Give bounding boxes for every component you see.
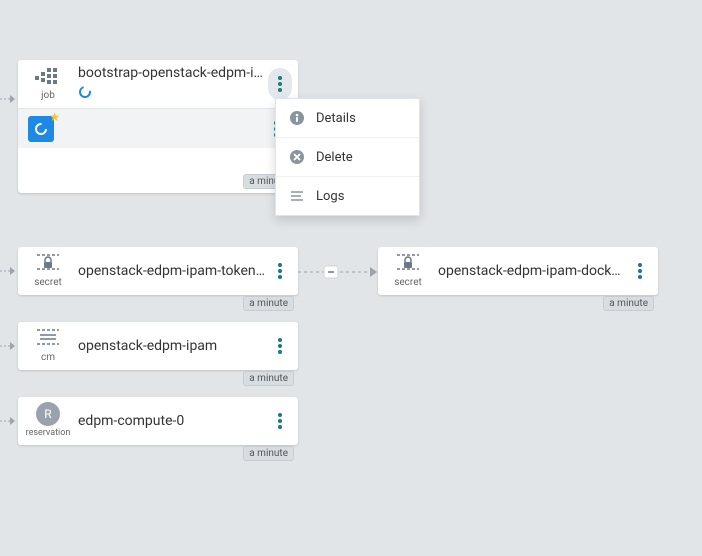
- job-icon: [35, 66, 61, 88]
- node-job-card[interactable]: job bootstrap-openstack-edpm-ip… ★ a min…: [18, 60, 298, 193]
- node-secret-card[interactable]: secret openstack-edpm-ipam-docke… a minu…: [378, 247, 658, 295]
- node-title: edpm-compute-0: [78, 413, 268, 429]
- menu-item-label: Delete: [316, 150, 353, 165]
- star-icon: ★: [49, 110, 60, 124]
- resource-type-label: secret: [394, 277, 422, 288]
- status-spinner-icon: [78, 84, 268, 103]
- connector-line: [298, 264, 380, 284]
- kebab-menu-button[interactable]: [268, 68, 292, 100]
- menu-item-label: Details: [316, 111, 356, 126]
- resource-type-label: cm: [41, 352, 55, 363]
- close-circle-icon: [288, 148, 306, 166]
- kebab-menu-button[interactable]: [268, 405, 292, 437]
- node-reservation-card[interactable]: R reservation edpm-compute-0 a minute: [18, 397, 298, 445]
- context-menu: Details Delete Logs: [275, 98, 420, 216]
- menu-item-delete[interactable]: Delete: [276, 138, 419, 177]
- pod-subrow[interactable]: ★: [18, 108, 298, 148]
- secret-icon: [37, 253, 59, 275]
- menu-item-logs[interactable]: Logs: [276, 177, 419, 215]
- timestamp-badge: a minute: [603, 296, 654, 311]
- node-title: openstack-edpm-ipam: [78, 338, 268, 354]
- node-title: bootstrap-openstack-edpm-ip…: [78, 65, 268, 81]
- node-configmap-card[interactable]: cm openstack-edpm-ipam a minute: [18, 322, 298, 370]
- menu-item-details[interactable]: Details: [276, 99, 419, 138]
- timestamp-badge: a minute: [243, 371, 294, 386]
- info-icon: [288, 109, 306, 127]
- node-secret-card[interactable]: secret openstack-edpm-ipam-token-… a min…: [18, 247, 298, 295]
- edge-arrow: [0, 94, 16, 104]
- pod-status-icon: ★: [28, 116, 54, 142]
- logs-icon: [288, 187, 306, 205]
- resource-type-label: secret: [34, 277, 62, 288]
- avatar: R: [36, 402, 60, 426]
- menu-item-label: Logs: [316, 189, 344, 204]
- kebab-menu-button[interactable]: [268, 330, 292, 362]
- resource-type-label: job: [41, 90, 55, 101]
- configmap-icon: [37, 328, 59, 350]
- kebab-menu-button[interactable]: [628, 255, 652, 287]
- node-title: openstack-edpm-ipam-docke…: [438, 263, 628, 279]
- kebab-menu-button[interactable]: [268, 255, 292, 287]
- edge-arrow: [0, 266, 16, 276]
- edge-arrow: [0, 416, 16, 426]
- timestamp-badge: a minute: [243, 296, 294, 311]
- resource-type-label: reservation: [26, 428, 71, 438]
- node-title: openstack-edpm-ipam-token-…: [78, 263, 268, 279]
- edge-arrow: [0, 341, 16, 351]
- secret-icon: [397, 253, 419, 275]
- timestamp-badge: a minute: [243, 446, 294, 461]
